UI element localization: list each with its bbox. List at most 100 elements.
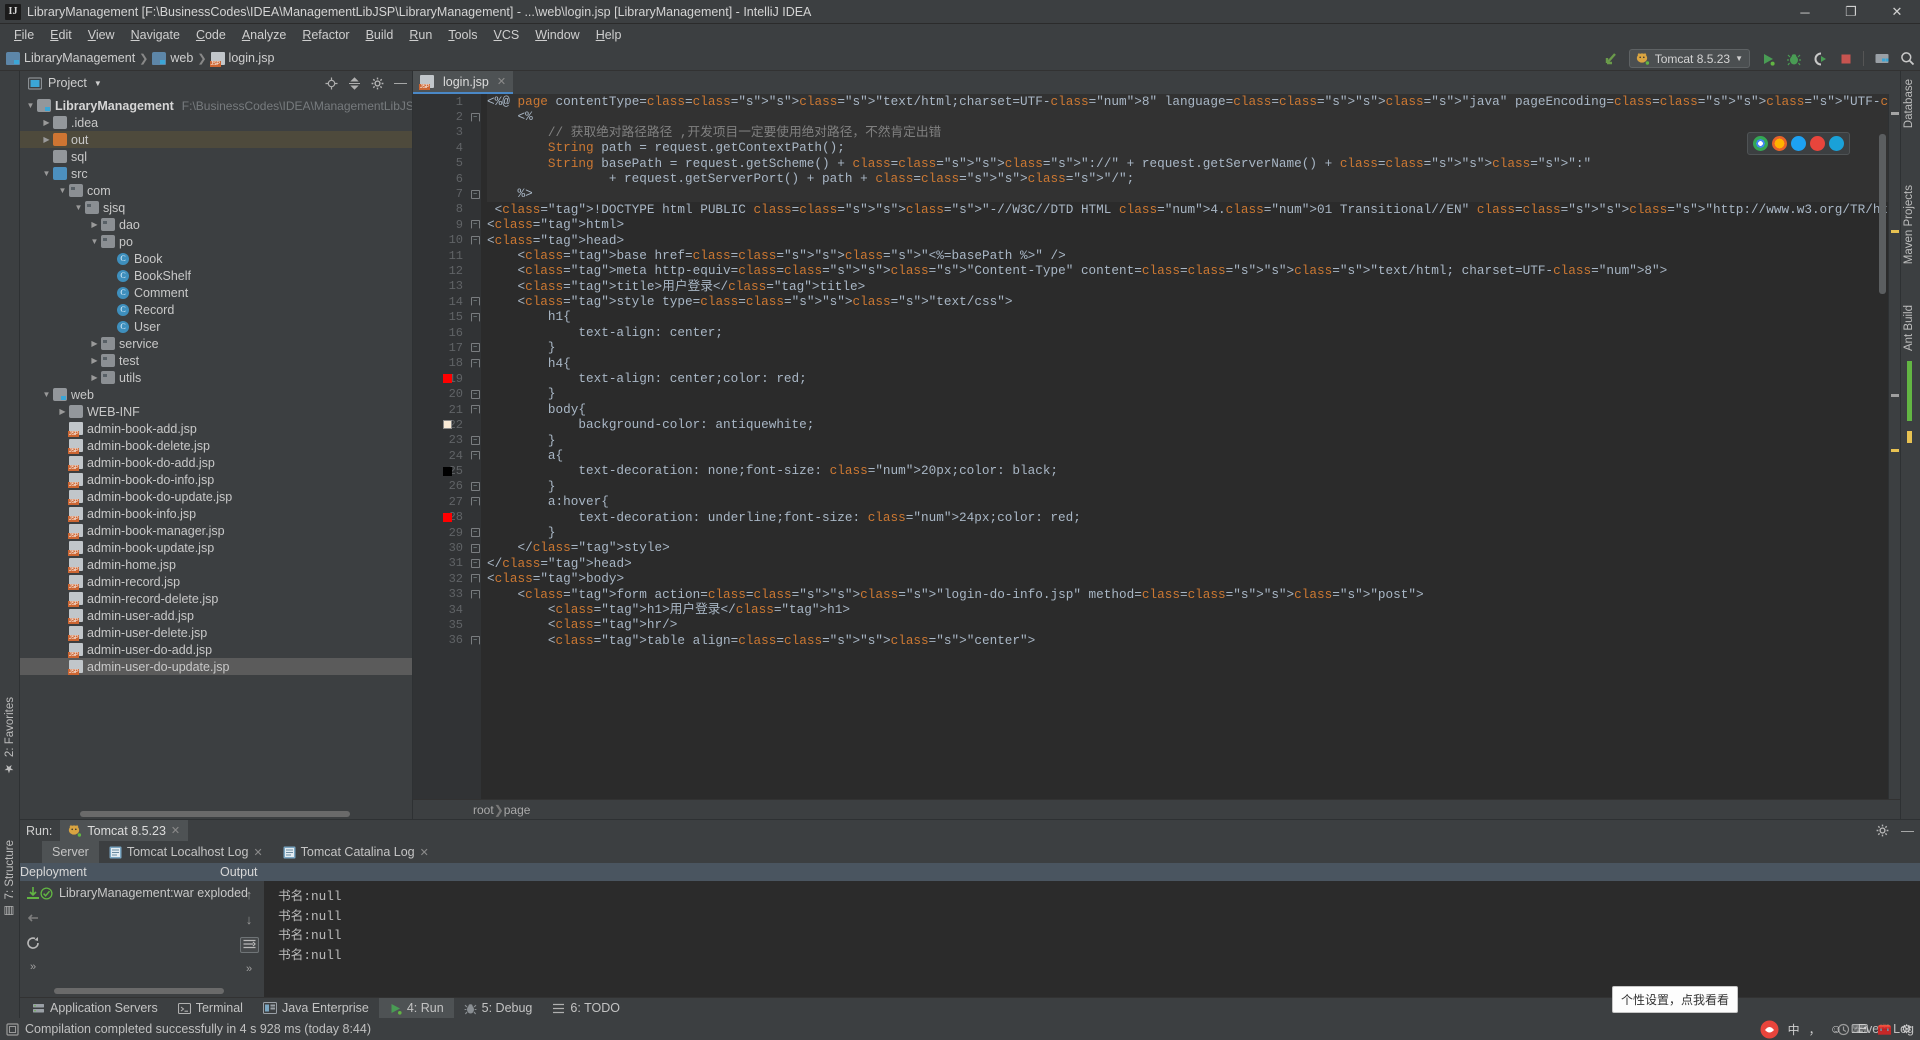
gutter-line-29[interactable]: 29 [413, 525, 469, 540]
tool-window-button-terminal[interactable]: Terminal [168, 998, 253, 1019]
tree-node-src[interactable]: ▼ src [20, 165, 412, 182]
fold-toggle-icon[interactable]: − [470, 235, 480, 245]
gutter-line-35[interactable]: 35 [413, 617, 469, 632]
code-line-4[interactable]: String path = request.getContextPath(); [487, 140, 1888, 156]
gutter-line-20[interactable]: 20 [413, 386, 469, 401]
fold-toggle-icon[interactable]: − [470, 635, 480, 645]
project-structure-button[interactable] [1873, 50, 1890, 67]
editor-vertical-scrollbar[interactable] [1878, 94, 1888, 799]
tree-node-admin-home-jsp[interactable]: admin-home.jsp [20, 556, 412, 573]
run-settings-gear-icon[interactable] [1876, 824, 1889, 837]
tool-window-button-5-debug[interactable]: 5: Debug [454, 998, 543, 1019]
gutter-line-34[interactable]: 34 [413, 602, 469, 617]
debug-button[interactable] [1785, 50, 1802, 67]
fold-row-1[interactable] [469, 94, 481, 109]
tree-node-admin-record-delete-jsp[interactable]: admin-record-delete.jsp [20, 590, 412, 607]
run-tab-server[interactable]: Server [42, 841, 99, 863]
undeploy-icon[interactable] [26, 911, 40, 925]
editor-breadcrumb-page[interactable]: page [504, 803, 531, 817]
tree-node-admin-book-do-update-jsp[interactable]: admin-book-do-update.jsp [20, 488, 412, 505]
code-line-14[interactable]: <class="tag">style type=class=class="s">… [487, 294, 1888, 309]
code-line-8[interactable]: <class="tag">!DOCTYPE html PUBLIC class=… [487, 202, 1888, 217]
tree-horizontal-scrollbar[interactable] [80, 811, 350, 817]
fold-row-13[interactable] [469, 279, 481, 294]
menu-item-refactor[interactable]: Refactor [294, 26, 357, 44]
redeploy-icon[interactable] [26, 936, 40, 950]
fold-toggle-icon[interactable]: − [470, 589, 480, 599]
opera-icon[interactable] [1810, 136, 1825, 151]
tree-node-test[interactable]: ▶ test [20, 352, 412, 369]
tree-node--idea[interactable]: ▶ .idea [20, 114, 412, 131]
gutter-line-2[interactable]: 2 [413, 109, 469, 124]
code-line-28[interactable]: text-decoration: underline;font-size: cl… [487, 510, 1888, 525]
fold-row-2[interactable]: − [469, 109, 481, 124]
sidebar-item-structure[interactable]: ▥ 7: Structure [3, 840, 17, 918]
fold-row-9[interactable]: − [469, 217, 481, 232]
run-button[interactable] [1759, 50, 1776, 67]
menu-item-run[interactable]: Run [401, 26, 440, 44]
fold-row-35[interactable] [469, 617, 481, 632]
editor-gutter[interactable]: 1 2 3 4 5 6 7 8 9 10 11 12 13 14 15 16 17 18 19 20 21 22 23 24 2… [413, 94, 469, 799]
color-swatch-icon[interactable] [443, 466, 452, 476]
tree-node-record[interactable]: C Record [20, 301, 412, 318]
code-line-22[interactable]: background-color: antiquewhite; [487, 417, 1888, 432]
lang-indicator[interactable]: 中 [1788, 1021, 1800, 1038]
fold-row-16[interactable] [469, 325, 481, 340]
code-line-27[interactable]: a:hover{ [487, 494, 1888, 509]
fold-toggle-icon[interactable]: − [470, 481, 480, 491]
tree-node-admin-book-manager-jsp[interactable]: admin-book-manager.jsp [20, 522, 412, 539]
tree-node-admin-user-do-add-jsp[interactable]: admin-user-do-add.jsp [20, 641, 412, 658]
tree-node-book[interactable]: C Book [20, 250, 412, 267]
code-line-24[interactable]: a{ [487, 448, 1888, 463]
deploy-icon[interactable] [26, 886, 40, 900]
menu-item-navigate[interactable]: Navigate [123, 26, 188, 44]
fold-row-30[interactable]: − [469, 540, 481, 555]
output-console[interactable]: 书名:null 书名:null 书名:null 书名:null [264, 881, 1920, 997]
gutter-line-3[interactable]: 3 [413, 125, 469, 140]
gutter-line-9[interactable]: 9 [413, 217, 469, 232]
tool-window-button-application-servers[interactable]: Application Servers [22, 998, 168, 1019]
code-line-5[interactable]: String basePath = request.getScheme() + … [487, 155, 1888, 171]
gutter-line-10[interactable]: 10 [413, 233, 469, 248]
menu-item-tools[interactable]: Tools [440, 26, 485, 44]
code-line-31[interactable]: </class="tag">head> [487, 556, 1888, 571]
fold-toggle-icon[interactable]: − [470, 312, 480, 322]
back-arrow-icon[interactable] [1603, 50, 1620, 67]
deployment-list[interactable]: LibraryManagement:war exploded [40, 881, 248, 997]
fold-row-29[interactable]: − [469, 525, 481, 540]
editor-breadcrumb-root[interactable]: root [473, 803, 494, 817]
gutter-line-33[interactable]: 33 [413, 587, 469, 602]
fold-row-19[interactable] [469, 371, 481, 386]
gutter-line-7[interactable]: 7 [413, 186, 469, 201]
code-line-2[interactable]: <% [487, 109, 1888, 125]
gutter-line-32[interactable]: 32 [413, 571, 469, 586]
fold-row-5[interactable] [469, 156, 481, 171]
tree-node-admin-book-info-jsp[interactable]: admin-book-info.jsp [20, 505, 412, 522]
code-line-11[interactable]: <class="tag">base href=class=class="s">"… [487, 248, 1888, 263]
gutter-line-30[interactable]: 30 [413, 540, 469, 555]
fold-toggle-icon[interactable]: − [470, 435, 480, 445]
fold-row-23[interactable]: − [469, 433, 481, 448]
gutter-line-12[interactable]: 12 [413, 263, 469, 278]
fold-toggle-icon[interactable]: − [470, 558, 480, 568]
tree-node-utils[interactable]: ▶ utils [20, 369, 412, 386]
toolbox-icon[interactable]: 🧰 [1877, 1022, 1892, 1036]
run-tab-tomcat-localhost-log[interactable]: Tomcat Localhost Log ✕ [99, 841, 273, 863]
code-line-21[interactable]: body{ [487, 402, 1888, 417]
fold-toggle-icon[interactable]: − [470, 543, 480, 553]
menu-item-file[interactable]: File [6, 26, 42, 44]
tree-node-po[interactable]: ▼ po [20, 233, 412, 250]
tree-node-admin-user-delete-jsp[interactable]: admin-user-delete.jsp [20, 624, 412, 641]
run-configuration-tab[interactable]: Tomcat 8.5.23 ✕ [60, 820, 189, 841]
comma-icon[interactable]: ， [1809, 1021, 1821, 1038]
chevron-down-icon[interactable]: ▼ [40, 388, 53, 401]
collapse-all-icon[interactable] [348, 76, 361, 90]
code-folding-column[interactable]: − − − − − − − − − − − − − − − − − − − − [469, 94, 481, 799]
gutter-line-25[interactable]: 25 [413, 463, 469, 478]
fold-toggle-icon[interactable]: − [470, 389, 480, 399]
code-line-34[interactable]: <class="tag">h1>用户登录</class="tag">h1> [487, 602, 1888, 617]
fold-toggle-icon[interactable]: − [470, 297, 480, 307]
keyboard-icon[interactable]: ⌨ [1851, 1022, 1868, 1036]
fold-row-33[interactable]: − [469, 587, 481, 602]
fold-row-27[interactable]: − [469, 494, 481, 509]
